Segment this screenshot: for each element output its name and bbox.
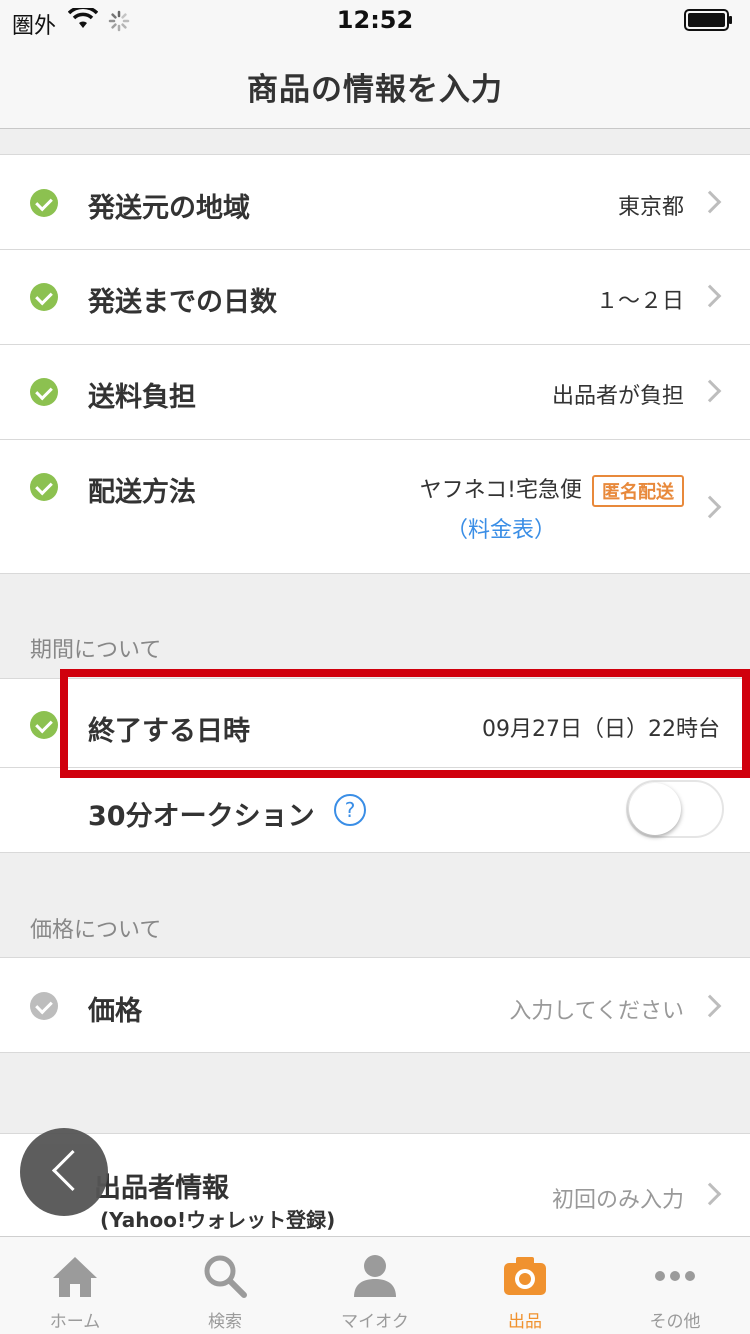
tab-label: マイオク [341, 1312, 409, 1332]
help-icon[interactable]: ? [334, 794, 366, 826]
navigation-bar: 商品の情報を入力 [0, 40, 750, 129]
shipping-days-row[interactable]: 発送までの日数 １〜２日 [0, 250, 750, 345]
shipping-origin-label: 発送元の地域 [88, 193, 250, 224]
shipping-days-value: １〜２日 [595, 289, 684, 314]
page-title: 商品の情報を入力 [247, 72, 503, 108]
tab-bar: ホーム 検索 マイオク 出品 その他 [0, 1236, 750, 1334]
shipping-method-row[interactable]: 配送方法 ヤフネコ!宅急便 匿名配送 （料金表） [0, 440, 750, 574]
back-button[interactable] [20, 1128, 108, 1216]
shipping-fee-value: 出品者が負担 [551, 384, 684, 409]
tab-label: ホーム [49, 1312, 101, 1332]
auction30-row: 30分オークション ? [0, 768, 750, 853]
seller-info-sublabel: (Yahoo!ウォレット登録) [100, 1208, 336, 1232]
price-section-header: 価格について [30, 918, 162, 943]
person-icon [350, 1251, 400, 1301]
tab-label: 検索 [208, 1312, 242, 1332]
battery-icon [684, 9, 734, 35]
seller-info-label: 出品者情報 [94, 1173, 229, 1204]
chevron-right-icon [698, 1182, 722, 1206]
tab-sell[interactable]: 出品 [450, 1237, 600, 1334]
seller-info-value: 初回のみ入力 [551, 1188, 684, 1213]
auction30-label: 30分オークション [88, 801, 315, 832]
shipping-fee-label: 送料負担 [88, 382, 196, 413]
chevron-right-icon [698, 379, 722, 403]
period-section-header: 期間について [30, 638, 162, 663]
chevron-right-icon [698, 495, 722, 519]
price-placeholder: 入力してください [509, 999, 684, 1024]
check-icon [30, 283, 58, 311]
home-icon [50, 1251, 100, 1301]
price-row[interactable]: 価格 入力してください [0, 957, 750, 1053]
check-icon [30, 473, 58, 501]
status-bar: 圏外 12:52 [0, 0, 750, 40]
shipping-days-label: 発送までの日数 [88, 287, 277, 318]
tab-search[interactable]: 検索 [150, 1237, 300, 1334]
chevron-right-icon [698, 190, 722, 214]
auction30-toggle[interactable] [626, 780, 724, 838]
check-icon [30, 992, 58, 1020]
anonymous-shipping-badge: 匿名配送 [592, 475, 684, 507]
search-icon [200, 1251, 250, 1301]
shipping-origin-row[interactable]: 発送元の地域 東京都 [0, 154, 750, 250]
shipping-method-name: ヤフネコ!宅急便 [419, 478, 582, 503]
shipping-origin-value: 東京都 [617, 195, 684, 220]
chevron-right-icon [698, 284, 722, 308]
toggle-knob [629, 783, 681, 835]
check-icon [30, 378, 58, 406]
tab-label: 出品 [508, 1312, 542, 1332]
tab-my-auction[interactable]: マイオク [300, 1237, 450, 1334]
check-icon [30, 711, 58, 739]
status-time: 12:52 [336, 6, 414, 34]
shipping-method-label: 配送方法 [88, 477, 196, 508]
tab-more[interactable]: その他 [600, 1237, 750, 1334]
tab-label: その他 [649, 1312, 701, 1332]
price-label: 価格 [88, 996, 142, 1027]
tab-home[interactable]: ホーム [0, 1237, 150, 1334]
camera-icon [500, 1251, 550, 1301]
seller-info-row[interactable]: 出品者情報 (Yahoo!ウォレット登録) 初回のみ入力 [0, 1133, 750, 1236]
chevron-right-icon [698, 994, 722, 1018]
shipping-fee-row[interactable]: 送料負担 出品者が負担 [0, 345, 750, 440]
rate-table-link[interactable]: （料金表） [446, 512, 556, 544]
highlight-annotation-box [60, 669, 750, 778]
shipping-method-value: ヤフネコ!宅急便 匿名配送 [420, 472, 684, 507]
check-icon [30, 189, 58, 217]
more-icon [650, 1251, 700, 1301]
